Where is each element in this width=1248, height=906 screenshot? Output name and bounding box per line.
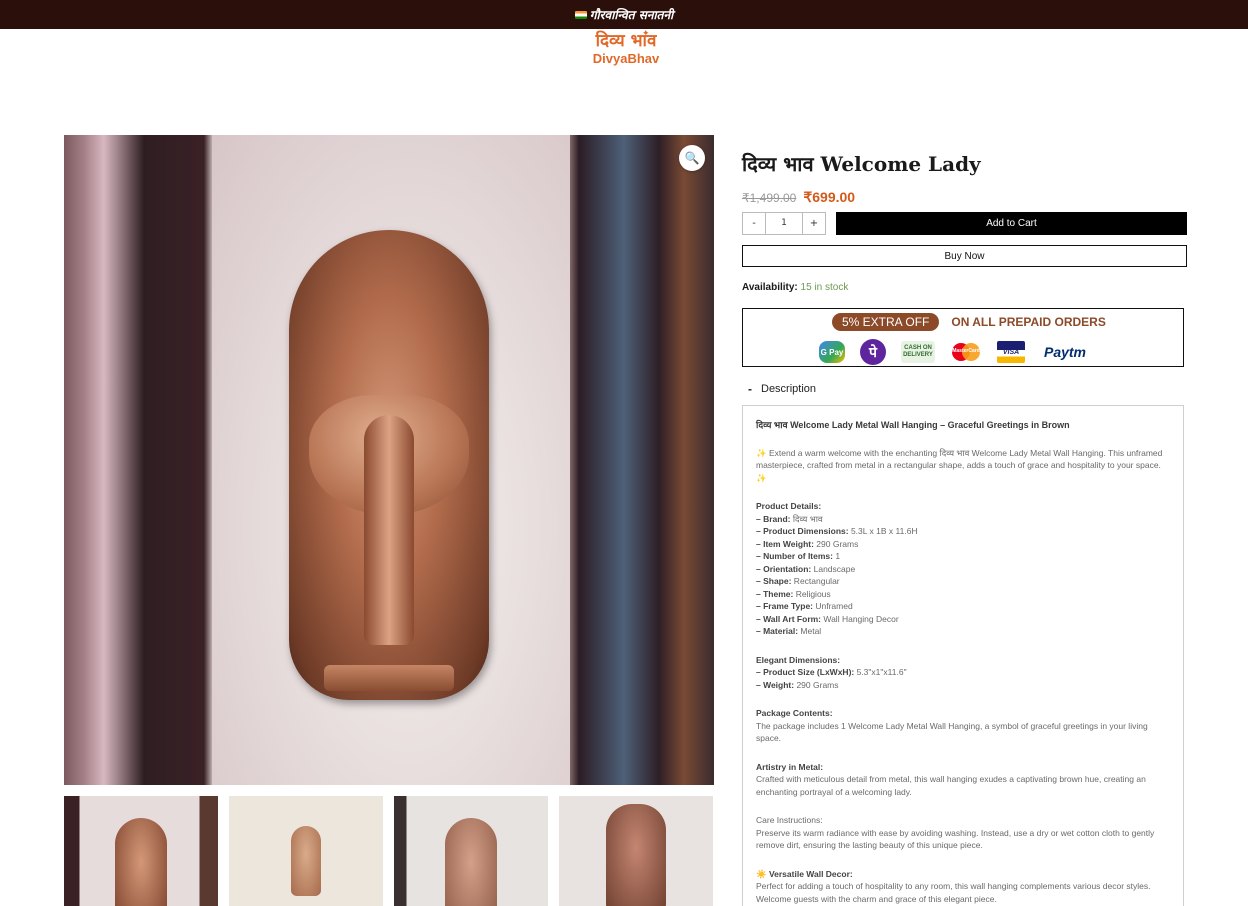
detail-row: – Wall Art Form: Wall Hanging Decor: [756, 613, 899, 624]
quantity-decrease-button[interactable]: -: [743, 213, 766, 234]
paytm-icon: Paytm: [1043, 344, 1087, 360]
detail-row: – Orientation: Landscape: [756, 563, 856, 574]
description-tab-label: Description: [761, 383, 817, 395]
zoom-icon[interactable]: 🔍: [679, 145, 705, 171]
detail-row: – Frame Type: Unframed: [756, 601, 853, 611]
dimension-row: – Weight: 290 Grams: [756, 679, 839, 690]
price-row: ₹1,499.00 ₹699.00: [742, 189, 855, 206]
mastercard-label: MasterCard: [952, 348, 980, 354]
decor-section: ☀️ Versatile Wall Decor: Perfect for add…: [756, 868, 1170, 906]
image-nameplate: [324, 665, 454, 691]
detail-row: – Shape: Rectangular: [756, 576, 840, 586]
detail-row: – Material: Metal: [756, 626, 822, 636]
package-text: The package includes 1 Welcome Lady Meta…: [756, 720, 1148, 744]
prepaid-offer-banner: 5% EXTRA OFF ON ALL PREPAID ORDERS G Pay…: [742, 308, 1184, 367]
package-title: Package Contents:: [756, 708, 833, 718]
description-intro: ✨ Extend a warm welcome with the enchant…: [756, 447, 1163, 483]
detail-row: – Item Weight: 290 Grams: [756, 538, 859, 549]
sale-price: ₹699.00: [803, 189, 856, 205]
site-logo[interactable]: ✦ दिव्य भाव DivyaBhav: [580, 29, 672, 77]
dimensions-title: Elegant Dimensions:: [756, 654, 841, 665]
availability: Availability: 15 in stock: [742, 282, 848, 293]
product-main-image[interactable]: [64, 135, 714, 785]
thumbnail-4[interactable]: [559, 796, 713, 906]
offer-text: ON ALL PREPAID ORDERS: [951, 315, 1106, 329]
artistry-text: Crafted with meticulous detail from meta…: [756, 774, 1146, 797]
logo-hindi: दिव्य भाव: [595, 31, 657, 51]
cod-icon: CASH ON DELIVERY: [901, 341, 935, 363]
logo-english: DivyaBhav: [592, 51, 660, 66]
thumbnail-2[interactable]: [229, 796, 383, 906]
dimensions-section: Elegant Dimensions: – Product Size (LxWx…: [756, 654, 1170, 692]
package-section: Package Contents: The package includes 1…: [756, 707, 1170, 745]
detail-row: – Product Dimensions: 5.3L x 1B x 11.6H: [756, 526, 918, 536]
image-hands: [364, 415, 414, 645]
quantity-stepper: - 1 +: [742, 212, 826, 235]
gpay-icon: G Pay: [819, 341, 845, 363]
product-title: दिव्य भाव Welcome Lady: [742, 152, 981, 176]
phonepe-icon: पे: [860, 339, 886, 365]
original-price: ₹1,499.00: [742, 191, 797, 205]
add-to-cart-button[interactable]: Add to Cart: [836, 212, 1187, 235]
thumbnail-1[interactable]: [64, 796, 218, 906]
logo-spark-icon: ✦: [642, 29, 650, 39]
description-heading: दिव्य भाव Welcome Lady Metal Wall Hangin…: [756, 420, 1070, 430]
stock-count: 15 in stock: [800, 282, 849, 293]
announcement-bar: गौरवान्वित सनातनी: [0, 0, 1248, 29]
decor-title: ☀️ Versatile Wall Decor:: [756, 868, 853, 879]
detail-row: – Number of Items: 1: [756, 551, 841, 561]
india-flag-icon: [574, 10, 587, 19]
collapse-icon: -: [748, 382, 752, 396]
quantity-input[interactable]: 1: [766, 213, 802, 234]
offer-pill: 5% EXTRA OFF: [832, 313, 940, 331]
mastercard-icon: MasterCard: [950, 341, 982, 363]
detail-row: – Brand: दिव्य भाव: [756, 513, 823, 524]
product-details: Product Details: – Brand: दिव्य भाव – Pr…: [756, 500, 1170, 638]
dimension-row: – Product Size (LxWxH): 5.3"x1"x11.6": [756, 667, 907, 677]
care-title: Care Instructions:: [756, 815, 823, 825]
quantity-increase-button[interactable]: +: [802, 213, 825, 234]
thumbnail-gallery: [64, 796, 714, 906]
artistry-title: Artistry in Metal:: [756, 761, 824, 772]
detail-row: – Theme: Religious: [756, 588, 831, 599]
buy-now-button[interactable]: Buy Now: [742, 245, 1187, 267]
decor-text: Perfect for adding a touch of hospitalit…: [756, 881, 1151, 904]
care-section: Care Instructions: Preserve its warm rad…: [756, 814, 1170, 852]
thumbnail-3[interactable]: [394, 796, 548, 906]
description-tab[interactable]: - Description: [748, 382, 816, 396]
payment-methods: G Pay पे CASH ON DELIVERY MasterCard VIS…: [819, 339, 1090, 365]
description-panel: दिव्य भाव Welcome Lady Metal Wall Hangin…: [742, 405, 1184, 906]
visa-icon: VISA: [997, 341, 1025, 363]
care-text: Preserve its warm radiance with ease by …: [756, 827, 1155, 851]
announcement-text: गौरवान्वित सनातनी: [589, 8, 674, 22]
availability-label: Availability:: [742, 282, 798, 293]
artistry-section: Artistry in Metal: Crafted with meticulo…: [756, 761, 1170, 799]
details-title: Product Details:: [756, 501, 822, 511]
